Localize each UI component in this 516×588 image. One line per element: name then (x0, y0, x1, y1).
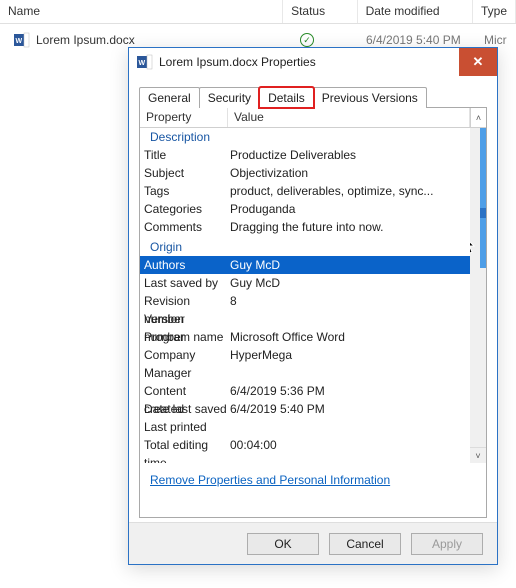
file-type: Micr (484, 33, 516, 47)
prop-title[interactable]: TitleProductize Deliverables (140, 146, 470, 164)
mouse-cursor-icon (470, 236, 476, 254)
tab-row: General Security Details Previous Versio… (139, 86, 487, 108)
chevron-up-icon: ˄ (476, 113, 481, 123)
file-status: ✓ (290, 33, 366, 47)
prop-content-created[interactable]: Content created6/4/2019 5:36 PM (140, 382, 470, 400)
prop-version-number[interactable]: Version number (140, 310, 470, 328)
grid-header-value[interactable]: Value (228, 108, 470, 127)
tab-general[interactable]: General (139, 87, 200, 108)
close-button[interactable]: ✕ (459, 48, 497, 76)
file-name: Lorem Ipsum.docx (36, 33, 290, 47)
column-header-date[interactable]: Date modified (358, 0, 473, 23)
dialog-title: Lorem Ipsum.docx Properties (159, 55, 316, 69)
prop-date-last-saved[interactable]: Date last saved6/4/2019 5:40 PM (140, 400, 470, 418)
tab-security[interactable]: Security (199, 87, 260, 108)
vertical-scrollbar[interactable]: ˅ (470, 128, 486, 463)
word-document-icon: W (137, 54, 153, 70)
remove-properties-link[interactable]: Remove Properties and Personal Informati… (150, 473, 390, 487)
prop-last-printed[interactable]: Last printed (140, 418, 470, 436)
file-date: 6/4/2019 5:40 PM (366, 33, 484, 47)
column-header-name[interactable]: Name (0, 0, 283, 23)
prop-manager[interactable]: Manager (140, 364, 470, 382)
remove-properties-link-area: Remove Properties and Personal Informati… (150, 473, 476, 487)
cancel-button[interactable]: Cancel (329, 533, 401, 555)
prop-program-name[interactable]: Program nameMicrosoft Office Word (140, 328, 470, 346)
tab-details[interactable]: Details (259, 87, 314, 108)
svg-text:W: W (139, 60, 146, 67)
file-list-header: Name Status Date modified Type (0, 0, 516, 24)
grid-header: Property Value ˄ (140, 108, 486, 128)
scrollbar-thumb[interactable] (480, 208, 486, 218)
group-origin: Origin (140, 238, 470, 256)
prop-comments[interactable]: CommentsDragging the future into now. (140, 218, 470, 236)
prop-revision-number[interactable]: Revision number8 (140, 292, 470, 310)
dialog-button-row: OK Cancel Apply (129, 522, 497, 564)
scroll-up-button[interactable]: ˄ (470, 108, 486, 127)
status-synced-icon: ✓ (300, 33, 314, 47)
group-description: Description (140, 128, 470, 146)
prop-company[interactable]: CompanyHyperMega (140, 346, 470, 364)
prop-total-editing-time[interactable]: Total editing time00:04:00 (140, 436, 470, 454)
details-panel: Property Value ˄ Description TitleProduc… (139, 108, 487, 518)
svg-text:W: W (16, 38, 23, 45)
chevron-down-icon: ˅ (475, 451, 480, 461)
scroll-down-button[interactable]: ˅ (470, 447, 486, 463)
prop-subject[interactable]: SubjectObjectivization (140, 164, 470, 182)
prop-categories[interactable]: CategoriesProduganda (140, 200, 470, 218)
titlebar[interactable]: W Lorem Ipsum.docx Properties ✕ (129, 48, 497, 76)
grid-header-property[interactable]: Property (140, 108, 228, 127)
prop-tags[interactable]: Tagsproduct, deliverables, optimize, syn… (140, 182, 470, 200)
tab-previous-versions[interactable]: Previous Versions (313, 87, 427, 108)
prop-last-saved-by[interactable]: Last saved byGuy McD (140, 274, 470, 292)
apply-button[interactable]: Apply (411, 533, 483, 555)
column-header-status[interactable]: Status (283, 0, 358, 23)
word-document-icon: W (14, 32, 30, 48)
prop-authors[interactable]: AuthorsGuy McD (140, 256, 470, 274)
scrollbar-track (480, 128, 486, 268)
column-header-type[interactable]: Type (473, 0, 516, 23)
property-grid: Description TitleProductize Deliverables… (140, 128, 470, 463)
properties-dialog: W Lorem Ipsum.docx Properties ✕ General … (128, 47, 498, 565)
ok-button[interactable]: OK (247, 533, 319, 555)
close-icon: ✕ (473, 54, 484, 70)
